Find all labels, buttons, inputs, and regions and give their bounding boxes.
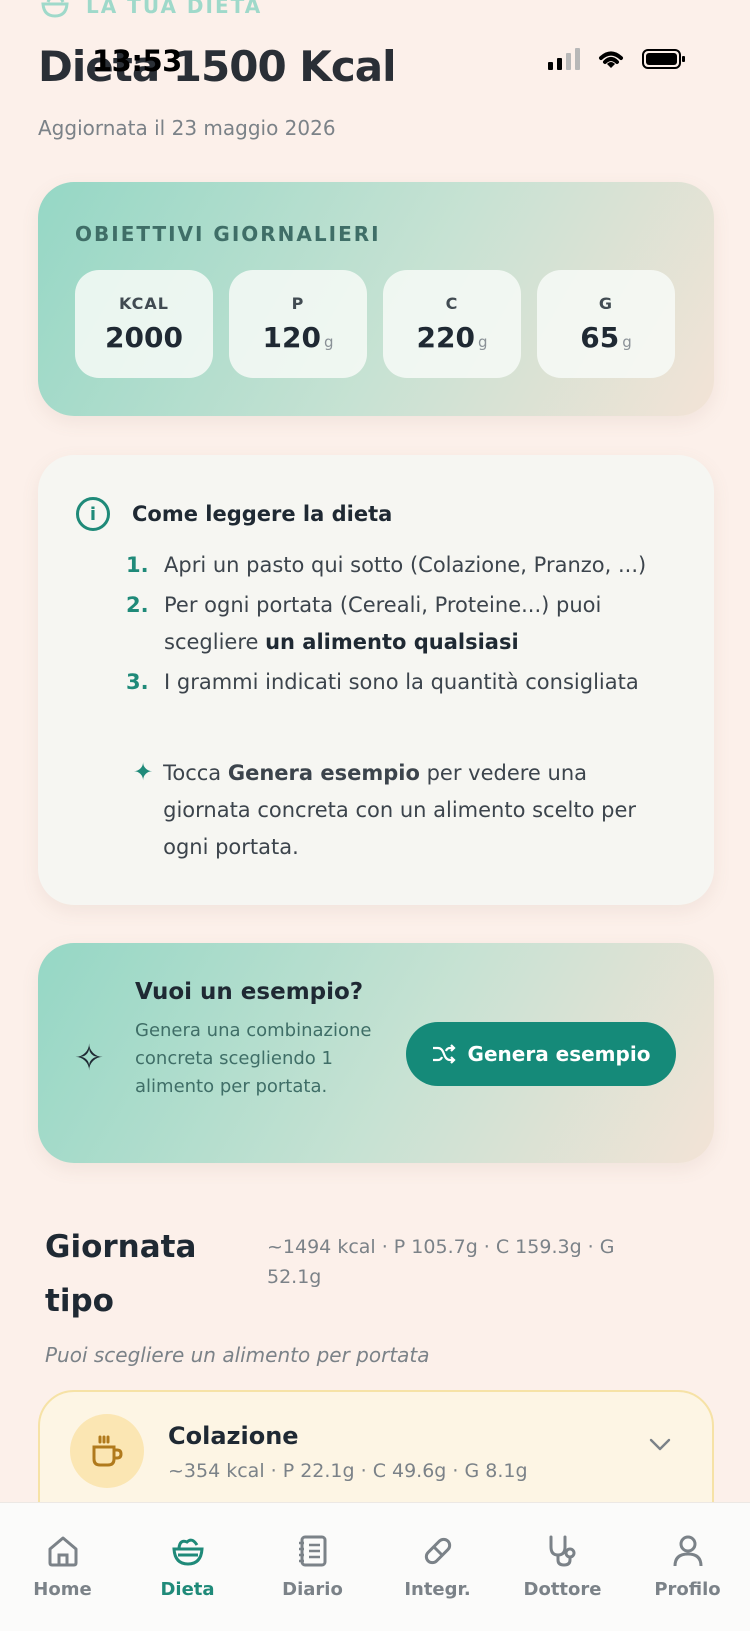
goal-value: 220 g [416, 321, 488, 354]
nav-label: Diario [282, 1579, 343, 1600]
bottom-nav: Home Dieta Diario Integr. Dottore Profil… [0, 1502, 750, 1631]
meal-name: Colazione [168, 1422, 299, 1450]
info-header: i Come leggere la dieta [76, 497, 392, 531]
status-icons [548, 48, 686, 70]
day-title: Giornata tipo [45, 1229, 197, 1319]
goal-tile-kcal: KCAL 2000 [75, 270, 213, 378]
example-card: ✧ Vuoi un esempio? Genera una combinazio… [38, 943, 714, 1163]
status-time: 13:53 [92, 44, 182, 78]
chevron-down-icon[interactable] [648, 1432, 672, 1456]
sparkles-icon: ✧ [74, 1038, 105, 1079]
nav-label: Profilo [654, 1579, 721, 1600]
steps-list: 1. Apri un pasto qui sotto (Colazione, P… [126, 547, 686, 704]
nav-label: Dottore [523, 1579, 602, 1600]
goal-tile-protein: P 120 g [229, 270, 367, 378]
goal-label: KCAL [119, 294, 169, 313]
goal-value: 120 g [262, 321, 334, 354]
goal-value: 65 g [580, 321, 632, 354]
status-bar: 13:53 [0, 0, 750, 110]
goal-tile-carbs: C 220 g [383, 270, 521, 378]
goal-label: C [445, 294, 459, 313]
nav-dottore[interactable]: Dottore [508, 1533, 618, 1631]
nav-integratori[interactable]: Integr. [383, 1533, 493, 1631]
stethoscope-icon [549, 1535, 575, 1567]
goal-label: G [598, 294, 614, 313]
nav-label: Dieta [160, 1579, 215, 1600]
pill-icon [424, 1537, 451, 1565]
example-title: Vuoi un esempio? [135, 979, 364, 1005]
generate-example-label: Genera esempio [467, 1042, 651, 1066]
meal-macros: ~354 kcal · P 22.1g · C 49.6g · G 8.1g [168, 1460, 528, 1482]
tip-text: Tocca Genera esempio per vedere una gior… [163, 761, 636, 859]
sparkles-icon: ✦ [133, 758, 154, 786]
nav-profilo[interactable]: Profilo [633, 1533, 743, 1631]
user-icon [673, 1535, 702, 1567]
goals-title: OBIETTIVI GIORNALIERI [75, 222, 381, 246]
goal-tiles: KCAL 2000 P 120 g C 220 g G 65 g [75, 270, 675, 378]
nav-label: Integr. [404, 1579, 471, 1600]
daily-goals-card: OBIETTIVI GIORNALIERI KCAL 2000 P 120 g C… [38, 182, 714, 416]
goal-value: 2000 [105, 321, 183, 354]
nav-dieta[interactable]: Dieta [133, 1533, 243, 1631]
shuffle-icon [432, 1044, 456, 1064]
battery-icon [642, 49, 685, 69]
salad-bowl-icon [171, 1538, 204, 1566]
coffee-cup-icon [70, 1414, 144, 1488]
info-title: Come leggere la dieta [132, 502, 393, 526]
nav-diario[interactable]: Diario [258, 1533, 368, 1631]
generate-tip: ✦ Tocca Genera esempio per vedere una gi… [133, 755, 673, 866]
day-hint: Puoi scegliere un alimento per portata [45, 1343, 430, 1367]
generate-example-button[interactable]: Genera esempio [406, 1022, 676, 1086]
cellular-signal-icon [548, 48, 580, 70]
nav-label: Home [33, 1579, 92, 1600]
notebook-icon [298, 1535, 326, 1567]
goal-label: P [291, 294, 305, 313]
updated-date: Aggiornata il 23 maggio 2026 [38, 116, 336, 140]
example-description: Genera una combinazione concreta sceglie… [135, 1020, 372, 1097]
step-item: 3. I grammi indicati sono la quantità co… [126, 670, 639, 694]
day-totals: ~1494 kcal · P 105.7g · C 159.3g · G 52.… [267, 1236, 615, 1288]
info-icon: i [76, 497, 110, 531]
step-item: 2. Per ogni portata (Cereali, Proteine..… [126, 593, 602, 654]
goal-tile-fat: G 65 g [537, 270, 675, 378]
home-icon [48, 1536, 77, 1567]
step-item: 1. Apri un pasto qui sotto (Colazione, P… [126, 553, 647, 577]
how-to-read-card: i Come leggere la dieta 1. Apri un pasto… [38, 455, 714, 905]
nav-home[interactable]: Home [8, 1533, 118, 1631]
wifi-icon [599, 51, 623, 68]
